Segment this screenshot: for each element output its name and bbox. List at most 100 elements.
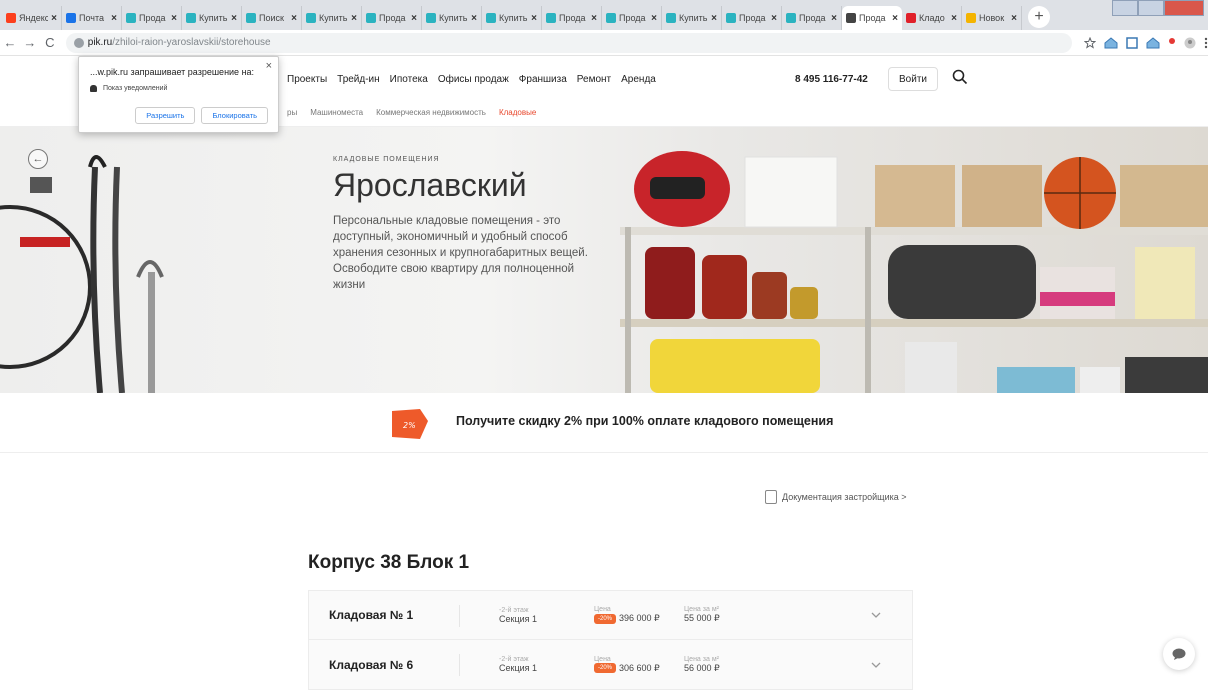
browser-tab[interactable]: Новок × [962,6,1022,30]
nav-item[interactable]: Ремонт [577,74,611,85]
storeroom-row[interactable]: Кладовая № 6 -2-й этаж Секция 1 Цена -20% 306… [308,640,913,690]
promo-text: Получите скидку 2% при 100% оплате кладо… [456,414,834,428]
developer-docs-link[interactable]: Документация застройщика > [765,490,907,504]
tab-close-icon[interactable]: × [411,13,417,24]
tab-favicon-icon [486,13,496,23]
nav-item[interactable]: Проекты [287,74,327,85]
chat-bubble-icon [1172,648,1186,660]
hero-title: Ярославский [333,167,527,203]
tab-favicon-icon [906,13,916,23]
tab-close-icon[interactable]: × [951,13,957,24]
tab-close-icon[interactable]: × [291,13,297,24]
browser-tab[interactable]: Купить × [662,6,722,30]
price-column: Цена -20% 306 600 ₽ [594,656,660,674]
nav-item[interactable]: Трейд-ин [337,74,380,85]
tab-close-icon[interactable]: × [471,13,477,24]
browser-tab[interactable]: Поиск × [242,6,302,30]
menu-kebab-icon[interactable] [1204,37,1208,49]
nav-item[interactable]: Офисы продаж [438,74,509,85]
bookmark-star-icon[interactable] [1083,36,1096,49]
new-tab-button[interactable]: + [1028,6,1050,28]
tab-close-icon[interactable]: × [231,13,237,24]
subnav-item[interactable]: ры [287,108,297,117]
tab-close-icon[interactable]: × [771,13,777,24]
tab-favicon-icon [66,13,76,23]
tab-close-icon[interactable]: × [531,13,537,24]
tab-close-icon[interactable]: × [111,13,117,24]
tab-favicon-icon [666,13,676,23]
browser-tab[interactable]: Купить × [482,6,542,30]
allow-button[interactable]: Разрешить [135,107,196,124]
nav-item[interactable]: Франшиза [519,74,567,85]
browser-tab[interactable]: Яндекс × [2,6,62,30]
browser-tab[interactable]: Купить × [302,6,362,30]
forward-button[interactable]: → [20,35,40,50]
block-button[interactable]: Блокировать [201,107,268,124]
section-value: Секция 1 [499,613,538,624]
tab-title: Купить [439,13,468,23]
browser-tab[interactable]: Кладо × [902,6,962,30]
browser-tab[interactable]: Прода × [542,6,602,30]
extension-home2-icon[interactable] [1146,36,1160,49]
browser-tab[interactable]: Прода × [722,6,782,30]
tab-close-icon[interactable]: × [351,13,357,24]
tab-title: Поиск [259,13,284,23]
tab-title: Новок [979,13,1005,23]
storeroom-row[interactable]: Кладовая № 1 -2-й этаж Секция 1 Цена -20% 396… [308,590,913,640]
maximize-button[interactable] [1138,0,1164,16]
browser-tab[interactable]: Прода × [122,6,182,30]
tab-close-icon[interactable]: × [651,13,657,24]
browser-tab[interactable]: Прода × [602,6,662,30]
floor-label: -2-й этаж [499,606,529,614]
tab-close-icon[interactable]: × [831,13,837,24]
tab-close-icon[interactable]: × [591,13,597,24]
extension-screen-icon[interactable] [1126,36,1138,49]
tab-close-icon[interactable]: × [892,13,898,24]
browser-tab[interactable]: Прода × [362,6,422,30]
extension-pin-icon[interactable] [1168,37,1176,49]
browser-tab[interactable]: Прода × [842,6,902,30]
price-value: 306 600 ₽ [619,662,660,673]
window-close-button[interactable] [1164,0,1204,16]
phone-number[interactable]: 8 495 116-77-42 [795,74,868,85]
tab-title: Прода [559,13,586,23]
back-button[interactable]: ← [0,35,20,50]
tab-close-icon[interactable]: × [1011,13,1017,24]
tab-close-icon[interactable]: × [171,13,177,24]
permission-row: Показ уведомлений [90,85,167,92]
tab-title: Прода [619,13,646,23]
browser-tab[interactable]: Купить × [182,6,242,30]
extension-home-icon[interactable] [1104,36,1118,49]
nav-item[interactable]: Ипотека [390,74,428,85]
price-per-m2-value: 55 000 ₽ [684,613,720,623]
nav-item[interactable]: Аренда [621,74,656,85]
storeroom-name: Кладовая № 6 [329,657,414,672]
main-nav: Проекты Трейд-ин Ипотека Офисы продаж Франши… [287,74,656,85]
chat-button[interactable] [1163,638,1195,670]
popup-close-icon[interactable]: × [266,60,272,72]
row-divider [459,605,460,627]
address-bar[interactable]: pik.ru /zhiloi-raion-yaroslavskii/storeh… [65,32,1072,53]
reload-button[interactable]: C [40,35,60,50]
search-icon[interactable] [952,69,968,85]
tab-close-icon[interactable]: × [711,13,717,24]
site-info-icon[interactable] [73,37,84,48]
price-per-m2-value: 56 000 ₽ [684,662,720,673]
profile-icon[interactable] [1184,37,1196,49]
hero-description: Персональные кладовые помещения - это до… [333,215,588,291]
browser-tab-bar: Яндекс × Почта × Прода × Купить × Поиск × Купить × П… [0,0,1208,30]
login-button[interactable]: Войти [888,67,938,91]
chevron-down-icon[interactable] [870,609,882,621]
browser-tab[interactable]: Купить × [422,6,482,30]
browser-tab[interactable]: Почта × [62,6,122,30]
subnav-item[interactable]: Кладовые [499,108,536,117]
discount-tag-icon: 2% [392,409,428,439]
subnav-item[interactable]: Машиноместа [310,108,363,117]
tab-close-icon[interactable]: × [51,13,57,24]
subnav-item[interactable]: Коммерческая недвижимость [376,108,486,117]
chevron-down-icon[interactable] [870,659,882,671]
back-arrow-button[interactable]: ← [28,149,48,169]
minimize-button[interactable] [1112,0,1138,16]
hero-storage-illustration [0,151,1208,393]
browser-tab[interactable]: Прода × [782,6,842,30]
